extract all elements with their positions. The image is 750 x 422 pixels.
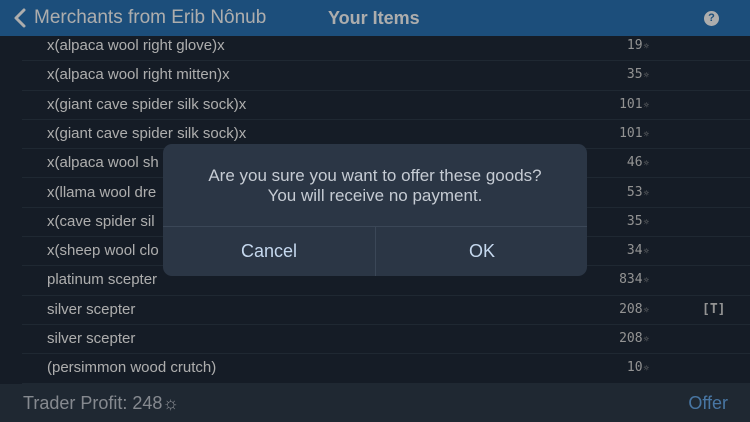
dialog-message-line-1: Are you sure you want to offer these goo… xyxy=(208,166,542,185)
dialog-message: Are you sure you want to offer these goo… xyxy=(163,166,587,206)
confirm-dialog: Are you sure you want to offer these goo… xyxy=(163,144,587,276)
dialog-message-line-2: You will receive no payment. xyxy=(267,186,483,205)
ok-button[interactable]: OK xyxy=(376,227,587,276)
cancel-button[interactable]: Cancel xyxy=(163,227,375,276)
